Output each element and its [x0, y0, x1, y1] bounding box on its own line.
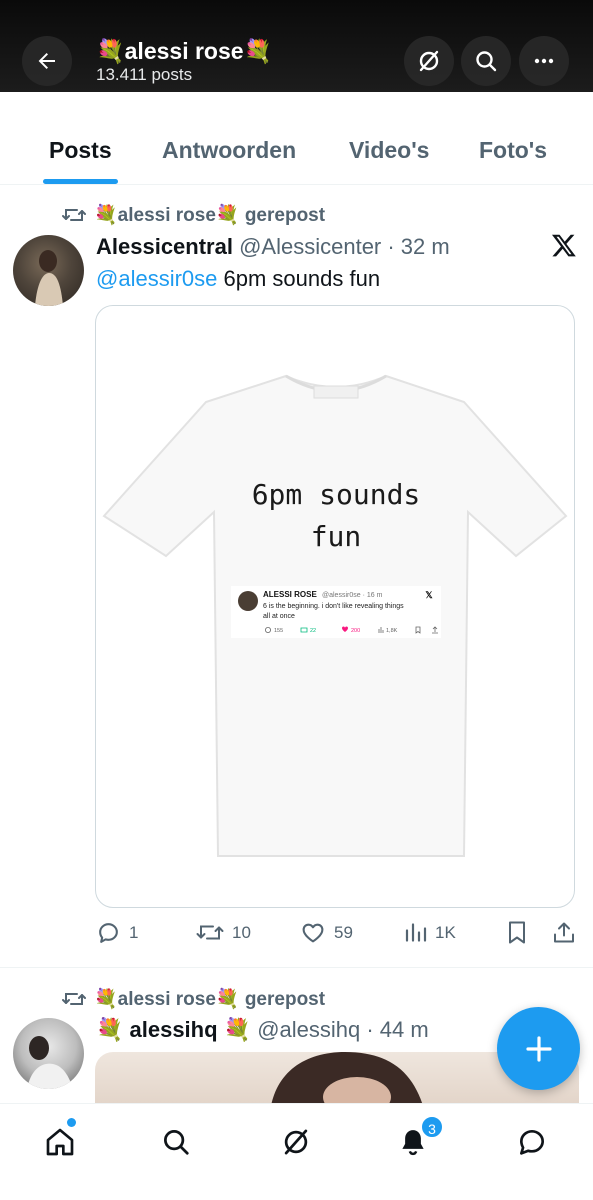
- avatar-image: [35, 250, 63, 306]
- embedded-avatar: [238, 591, 258, 611]
- back-arrow-icon: [38, 53, 55, 69]
- nav-home[interactable]: [40, 1122, 80, 1162]
- home-icon: [46, 1128, 74, 1156]
- post-media[interactable]: 6pm sounds fun ALESSI ROSE @alessir0se ·…: [95, 305, 575, 908]
- bottom-navigation: 3: [0, 1103, 593, 1200]
- grok-icon: [284, 1129, 308, 1155]
- repost-icon: [62, 209, 86, 221]
- more-button[interactable]: [519, 36, 569, 86]
- views-count: 1K: [435, 922, 456, 942]
- search-button[interactable]: [461, 36, 511, 86]
- tab-replies[interactable]: Antwoorden: [162, 136, 296, 164]
- views-icon: [405, 923, 427, 942]
- more-icon: [534, 58, 554, 64]
- plus-icon: [525, 1035, 552, 1062]
- embedded-text-line2: all at once: [263, 613, 295, 620]
- post-divider: [0, 967, 593, 968]
- share-button[interactable]: [553, 920, 575, 945]
- post-author: 💐 alessihq 💐 @alessihq · 44 m: [96, 1016, 429, 1044]
- repost-indicator[interactable]: 💐alessi rose💐 gerepost: [62, 203, 325, 227]
- profile-tabs: Posts Antwoorden Video's Foto's: [0, 92, 593, 185]
- tab-posts[interactable]: Posts: [49, 136, 112, 164]
- embedded-views: 1,8K: [386, 628, 398, 634]
- post-count: 13.411 posts: [96, 65, 193, 84]
- bookmark-icon: [509, 921, 525, 944]
- post-text: @alessir0se 6pm sounds fun: [96, 265, 380, 293]
- embedded-name: ALESSI ROSE: [263, 590, 317, 599]
- share-icon: [554, 922, 574, 943]
- repost-label: 💐alessi rose💐 gerepost: [94, 989, 326, 1010]
- repost-button[interactable]: 10: [196, 920, 251, 945]
- search-icon: [476, 51, 497, 72]
- x-logo-icon: [551, 234, 576, 257]
- author-name[interactable]: Alessicentral: [96, 234, 233, 259]
- avatar[interactable]: [13, 235, 84, 306]
- grok-icon: [419, 50, 439, 72]
- repost-label: 💐alessi rose💐 gerepost: [94, 205, 326, 226]
- nav-messages[interactable]: [512, 1122, 552, 1162]
- avatar-image: [27, 1036, 73, 1089]
- post-author: Alessicentral @Alessicenter · 32 m: [96, 233, 450, 261]
- home-unread-dot: [67, 1118, 76, 1127]
- grok-button[interactable]: [404, 36, 454, 86]
- reply-count: 1: [129, 922, 139, 942]
- embedded-handle: @alessir0se · 16 m: [322, 592, 383, 599]
- like-button[interactable]: 59: [300, 920, 353, 945]
- author-name[interactable]: 💐 alessihq 💐: [96, 1017, 251, 1042]
- tshirt-image: 6pm sounds fun ALESSI ROSE @alessir0se ·…: [102, 374, 568, 857]
- embedded-reposts: 22: [310, 628, 316, 634]
- bookmark-button[interactable]: [507, 920, 527, 945]
- reply-icon: [99, 923, 118, 943]
- nav-search[interactable]: [156, 1122, 196, 1162]
- notifications-badge: 3: [420, 1115, 444, 1139]
- post-body: 6pm sounds fun: [217, 266, 381, 291]
- post-actions: 1 10 59 1K: [0, 918, 593, 952]
- search-icon: [164, 1130, 189, 1155]
- author-handle-time: @alessihq · 44 m: [257, 1017, 429, 1042]
- mention-link[interactable]: @alessir0se: [96, 266, 217, 291]
- repost-icon: [196, 925, 224, 940]
- repost-icon: [62, 993, 86, 1005]
- views-button[interactable]: 1K: [405, 920, 456, 945]
- like-icon: [302, 923, 324, 943]
- svg-text:𝕏: 𝕏: [425, 590, 433, 600]
- like-count: 59: [334, 922, 353, 942]
- back-button[interactable]: [22, 36, 72, 86]
- author-handle-time: @Alessicenter · 32 m: [239, 234, 450, 259]
- avatar[interactable]: [13, 1018, 84, 1089]
- nav-grok[interactable]: [276, 1122, 316, 1162]
- embedded-text-line1: 6 is the beginning. i don't like reveali…: [263, 603, 404, 610]
- shirt-text-line2: fun: [311, 520, 362, 553]
- embedded-replies: 155: [274, 628, 283, 634]
- compose-button[interactable]: [497, 1007, 580, 1090]
- active-tab-indicator: [43, 179, 118, 184]
- reply-button[interactable]: 1: [96, 920, 138, 945]
- messages-icon: [520, 1130, 544, 1155]
- repost-count: 10: [232, 922, 251, 942]
- profile-title: 💐alessi rose💐: [96, 38, 273, 64]
- embedded-likes: 200: [351, 628, 360, 634]
- repost-indicator[interactable]: 💐alessi rose💐 gerepost: [62, 987, 325, 1011]
- profile-header: 💐alessi rose💐 13.411 posts: [0, 0, 593, 92]
- shirt-text-line1: 6pm sounds: [252, 478, 421, 511]
- tab-photos[interactable]: Foto's: [479, 136, 547, 164]
- tab-videos[interactable]: Video's: [349, 136, 429, 164]
